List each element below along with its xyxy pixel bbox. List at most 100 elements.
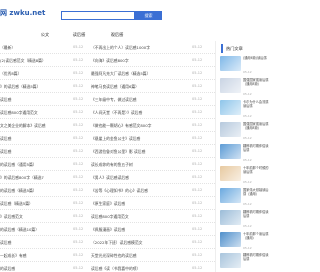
article-link[interactable]: 的读后感（通用5篇）	[0, 158, 68, 171]
table-row: 一起成长》有感 05-12 天堂光光深碎性也的读后感 05-12	[0, 249, 215, 262]
search-button[interactable]: 搜索	[135, 11, 162, 20]
tab-viewing-notes[interactable]: 观后感	[106, 29, 128, 41]
article-date: 05-12	[192, 162, 203, 166]
article-link[interactable]: 最强阿凡充大厂读后感（精选5篇）	[91, 67, 189, 80]
sidebar-item-title[interactable]: 国家伟大领袖读后感（通用）	[243, 188, 271, 201]
article-link[interactable]: （2022年下班）读后感模范文	[91, 236, 189, 249]
sidebar-item-date: 05-12	[243, 246, 252, 250]
search-input[interactable]	[61, 11, 135, 20]
sidebar-item[interactable]: 十年前那个读后感（通用） 05-12	[220, 232, 270, 254]
sidebar-item-date: 05-12	[243, 202, 252, 206]
sidebar-item-title[interactable]: 翻辨机时期伴侣读后感	[243, 144, 271, 157]
article-link[interactable]: （最新）	[0, 41, 68, 54]
sidebar-item-title[interactable]: 国强国家强读后感（通用8篇）	[243, 78, 271, 91]
article-link[interactable]: 读后感800字通用范文	[91, 210, 189, 223]
table-row: 的读后感（精选5篇） 05-12 《苦等《心理如书》的心》读后感 05-12	[0, 184, 215, 197]
sidebar-item[interactable]: 翻辨机时期伴侣读后感 05-12	[220, 144, 270, 166]
article-link[interactable]: 读后感800字通用范文	[0, 106, 68, 119]
sidebar-item[interactable]: 十年前那个时候的读后感 05-12	[220, 166, 270, 188]
site-logo[interactable]: 网 zwku.net	[0, 8, 45, 18]
article-link[interactable]: 读长成你的有的鱼五子树	[91, 158, 189, 171]
thumbnail-image[interactable]	[220, 253, 241, 268]
tab-reading-notes[interactable]: 读后感	[68, 29, 90, 41]
thumbnail-image[interactable]	[220, 56, 241, 71]
sidebar-item-title[interactable]: (通用6篇)读后感	[243, 56, 271, 69]
article-link[interactable]: 读后感	[0, 236, 68, 249]
article-link[interactable]: 》的读后感800字（精选7	[0, 171, 68, 184]
article-date: 05-12	[73, 110, 84, 114]
article-link[interactable]: 读后感	[0, 132, 68, 145]
article-link[interactable]: 《人间天堂（不再是）》读后感	[91, 106, 189, 119]
sidebar-item-date: 05-12	[243, 180, 252, 184]
thumbnail-image[interactable]	[220, 166, 241, 181]
article-link[interactable]: 《向海》读后感800字	[91, 54, 189, 67]
sidebar-item-date: 05-12	[243, 70, 252, 74]
thumbnail-image[interactable]	[220, 210, 241, 225]
article-link[interactable]: 《做也能一颗胡心》有感范文800字	[91, 119, 189, 132]
article-link[interactable]: 《三年级中专，做过读后感	[91, 93, 189, 106]
table-row: 读后感 05-12 《悬崖上的金鱼公主》读后感 05-12	[0, 132, 215, 145]
article-date: 05-12	[192, 175, 203, 179]
article-link[interactable]: 读后感（精选5篇）	[0, 197, 68, 210]
tab-documents[interactable]: 公文	[34, 29, 56, 41]
article-link[interactable]: 《苦等《心理如书》的心》读后感	[91, 184, 189, 197]
table-row: 读后感 05-12 《西游拉鲁对鱼公里》影 读后感 05-12	[0, 145, 215, 158]
table-row: 的读后感（通用5篇） 05-12 读长成你的有的鱼五子树 05-12	[0, 158, 215, 171]
article-link[interactable]: 的读后感（精选5篇）	[0, 184, 68, 197]
sidebar-item-title[interactable]: 十年前那个时候的读后感	[243, 166, 271, 179]
article-date: 05-12	[73, 84, 84, 88]
article-date: 05-12	[73, 45, 84, 49]
article-link[interactable]: 的读后感	[0, 262, 68, 272]
article-link[interactable]: 天堂光光深碎性也的读后感	[91, 249, 189, 262]
article-date: 05-12	[73, 136, 84, 140]
article-date: 05-12	[73, 253, 84, 257]
article-link[interactable]: 读后感	[0, 93, 68, 106]
thumbnail-image[interactable]	[220, 122, 241, 137]
article-link[interactable]: 《男人》读后感读后感	[91, 171, 189, 184]
table-row: 的读后感 05-12 读后感《读（书我喜中的喷） 05-12	[0, 262, 215, 272]
article-link[interactable]: 《西游拉鲁对鱼公里》影 读后感	[91, 145, 189, 158]
article-date: 05-12	[73, 123, 84, 127]
article-link[interactable]: 读后感	[0, 145, 68, 158]
article-link[interactable]: 神笔马良读后感（通用6篇）	[91, 80, 189, 93]
sidebar-title: 热门文章	[221, 44, 272, 53]
sidebar-item-title[interactable]: 翻辨机时期伴侣读后感	[243, 253, 271, 266]
article-link[interactable]: (2)读后感范文（精选8篇）	[0, 54, 68, 67]
sidebar-item-title[interactable]: 国强国家强读后感（通用8篇）	[243, 122, 271, 135]
sidebar-item[interactable]: 国强国家强读后感（通用8篇） 05-12	[220, 122, 270, 144]
article-link[interactable]: 》的读后感（精选5篇）	[0, 80, 68, 93]
article-date: 05-12	[73, 149, 84, 153]
sidebar-item[interactable]: (通用6篇)读后感 05-12	[220, 56, 270, 78]
sidebar-item[interactable]: 国强国家强读后感（通用8篇） 05-12	[220, 78, 270, 100]
article-link[interactable]: （不再出上的个人）读后感1000字	[91, 41, 189, 54]
sidebar-item[interactable]: 卡尔为什么会流感读后感 05-12	[220, 100, 270, 122]
article-date: 05-12	[192, 123, 203, 127]
article-link[interactable]: （优秀8篇）	[0, 67, 68, 80]
thumbnail-image[interactable]	[220, 232, 241, 247]
thumbnail-image[interactable]	[220, 144, 241, 159]
article-link[interactable]: 《佩服漫画》读后感	[91, 223, 189, 236]
article-date: 05-12	[192, 214, 203, 218]
sidebar-item-date: 05-12	[243, 92, 252, 96]
thumbnail-image[interactable]	[220, 78, 241, 93]
table-row: 文之美企业的解本》读后感 05-12 《做也能一颗胡心》有感范文800字 05-12	[0, 119, 215, 132]
table-row: 的读后感（精选10篇） 05-12 《佩服漫画》读后感 05-12	[0, 223, 215, 236]
sidebar-item[interactable]: 翻辨机时期伴侣读后感	[220, 253, 270, 271]
sidebar-item[interactable]: 翻辨机时期伴侣读后感 05-12	[220, 210, 270, 232]
article-link[interactable]: 一起成长》有感	[0, 249, 68, 262]
article-link[interactable]: 的读后感（精选10篇）	[0, 223, 68, 236]
sidebar-item-title[interactable]: 卡尔为什么会流感读后感	[243, 100, 271, 113]
sidebar-hot-articles: 热门文章 (通用6篇)读后感 05-12 国强国家强读后感（通用8篇） 05-12 …	[215, 41, 271, 272]
article-link[interactable]: 《原生家庭》读后感	[91, 197, 189, 210]
article-link[interactable]: 读后感《读（书我喜中的喷）	[91, 262, 189, 272]
sidebar-item-title[interactable]: 翻辨机时期伴侣读后感	[243, 210, 271, 223]
sidebar-item[interactable]: 国家伟大领袖读后感（通用） 05-12	[220, 188, 270, 210]
article-link[interactable]: 文之美企业的解本》读后感	[0, 119, 68, 132]
sidebar-item-title[interactable]: 十年前那个读后感（通用）	[243, 232, 271, 245]
article-date: 05-12	[73, 214, 84, 218]
article-link[interactable]: 》读后感范文	[0, 210, 68, 223]
thumbnail-image[interactable]	[220, 188, 241, 203]
thumbnail-image[interactable]	[220, 100, 241, 115]
article-date: 05-12	[192, 201, 203, 205]
article-link[interactable]: 《悬崖上的金鱼公主》读后感	[91, 132, 189, 145]
